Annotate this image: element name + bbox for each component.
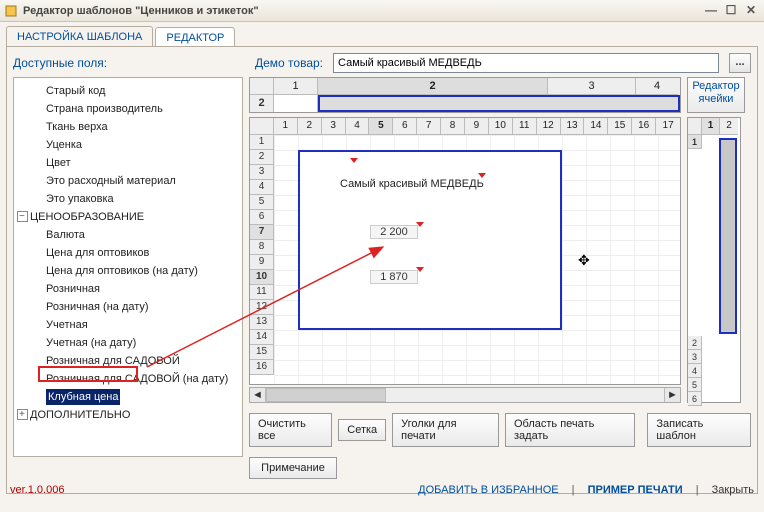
field-item[interactable]: Цена для оптовиков (на дату) <box>16 262 240 280</box>
demo-product-label: Демо товар: <box>255 56 323 70</box>
marker-icon <box>478 173 486 178</box>
field-item-selected[interactable]: Клубная цена <box>16 388 240 406</box>
window-title: Редактор шаблонов "Ценников и этикеток" <box>23 5 702 17</box>
layout-grid[interactable]: 1 2 3 4 5 6 7 8 9 10 11 <box>249 117 681 385</box>
editor-area: 1 2 3 4 2 Редактор ячейки <box>249 77 751 457</box>
print-example-link[interactable]: ПРИМЕР ПЕЧАТИ <box>588 484 683 496</box>
scroll-thumb[interactable] <box>266 388 386 402</box>
field-item[interactable]: Розничная для САДОВОЙ (на дату) <box>16 370 240 388</box>
demo-product-input[interactable] <box>333 53 719 73</box>
label-price-1[interactable]: 2 200 <box>370 225 418 239</box>
add-favorite-link[interactable]: ДОБАВИТЬ В ИЗБРАННОЕ <box>418 484 558 496</box>
marker-icon <box>416 267 424 272</box>
available-fields-label: Доступные поля: <box>13 56 245 70</box>
field-item[interactable]: Уценка <box>16 136 240 154</box>
print-area-button[interactable]: Область печать задать <box>505 413 635 447</box>
app-icon <box>4 4 18 18</box>
field-item[interactable]: Розничная (на дату) <box>16 298 240 316</box>
group-pricing[interactable]: ЦЕНООБРАЗОВАНИЕ <box>16 208 240 226</box>
field-item[interactable]: Цвет <box>16 154 240 172</box>
footer: ver.1.0.006 ДОБАВИТЬ В ИЗБРАННОЕ | ПРИМЕ… <box>10 484 754 496</box>
preview-grid[interactable]: 1 2 1 2 3 4 5 6 <box>687 117 741 403</box>
field-item[interactable]: Страна производитель <box>16 100 240 118</box>
minimize-button[interactable]: — <box>702 3 720 18</box>
clear-all-button[interactable]: Очистить все <box>249 413 332 447</box>
preview-selection[interactable] <box>719 138 737 334</box>
field-item[interactable]: Ткань верха <box>16 118 240 136</box>
label-frame[interactable] <box>298 150 562 330</box>
cell-editor-button[interactable]: Редактор ячейки <box>687 77 745 113</box>
scroll-left-icon[interactable]: ◄ <box>250 388 266 402</box>
horizontal-scrollbar[interactable]: ◄ ► <box>249 387 681 403</box>
close-link[interactable]: Закрыть <box>712 484 754 496</box>
print-corners-button[interactable]: Уголки для печати <box>392 413 499 447</box>
marker-icon <box>416 222 424 227</box>
marker-icon <box>350 158 358 163</box>
grid-button[interactable]: Сетка <box>338 419 386 441</box>
field-item[interactable]: Розничная для САДОВОЙ <box>16 352 240 370</box>
field-item[interactable]: Учетная <box>16 316 240 334</box>
tab-bar: НАСТРОЙКА ШАБЛОНА РЕДАКТОР <box>6 26 758 47</box>
field-item[interactable]: Валюта <box>16 226 240 244</box>
maximize-button[interactable]: ☐ <box>722 3 740 18</box>
tab-settings[interactable]: НАСТРОЙКА ШАБЛОНА <box>6 26 153 47</box>
label-price-2[interactable]: 1 870 <box>370 270 418 284</box>
group-additional[interactable]: ДОПОЛНИТЕЛЬНО <box>16 406 240 424</box>
note-button[interactable]: Примечание <box>249 457 337 479</box>
field-item[interactable]: Старый код <box>16 82 240 100</box>
window-buttons: — ☐ ✕ <box>702 3 760 18</box>
cursor-icon: ✥ <box>578 252 590 269</box>
header-grid[interactable]: 1 2 3 4 2 <box>249 77 681 113</box>
save-template-button[interactable]: Записать шаблон <box>647 413 751 447</box>
field-item[interactable]: Розничная <box>16 280 240 298</box>
editor-panel: Доступные поля: Демо товар: ... Старый к… <box>6 46 758 494</box>
demo-product-browse-button[interactable]: ... <box>729 53 751 73</box>
field-item[interactable]: Учетная (на дату) <box>16 334 240 352</box>
version-label: ver.1.0.006 <box>10 484 64 496</box>
scroll-right-icon[interactable]: ► <box>664 388 680 402</box>
fields-tree[interactable]: Старый код Страна производитель Ткань ве… <box>13 77 243 457</box>
label-product-name: Самый красивый МЕДВЕДЬ <box>340 178 484 190</box>
close-window-button[interactable]: ✕ <box>742 3 760 18</box>
titlebar: Редактор шаблонов "Ценников и этикеток" … <box>0 0 764 22</box>
tab-editor[interactable]: РЕДАКТОР <box>155 27 235 48</box>
field-item[interactable]: Это расходный материал <box>16 172 240 190</box>
field-item[interactable]: Это упаковка <box>16 190 240 208</box>
field-item[interactable]: Цена для оптовиков <box>16 244 240 262</box>
